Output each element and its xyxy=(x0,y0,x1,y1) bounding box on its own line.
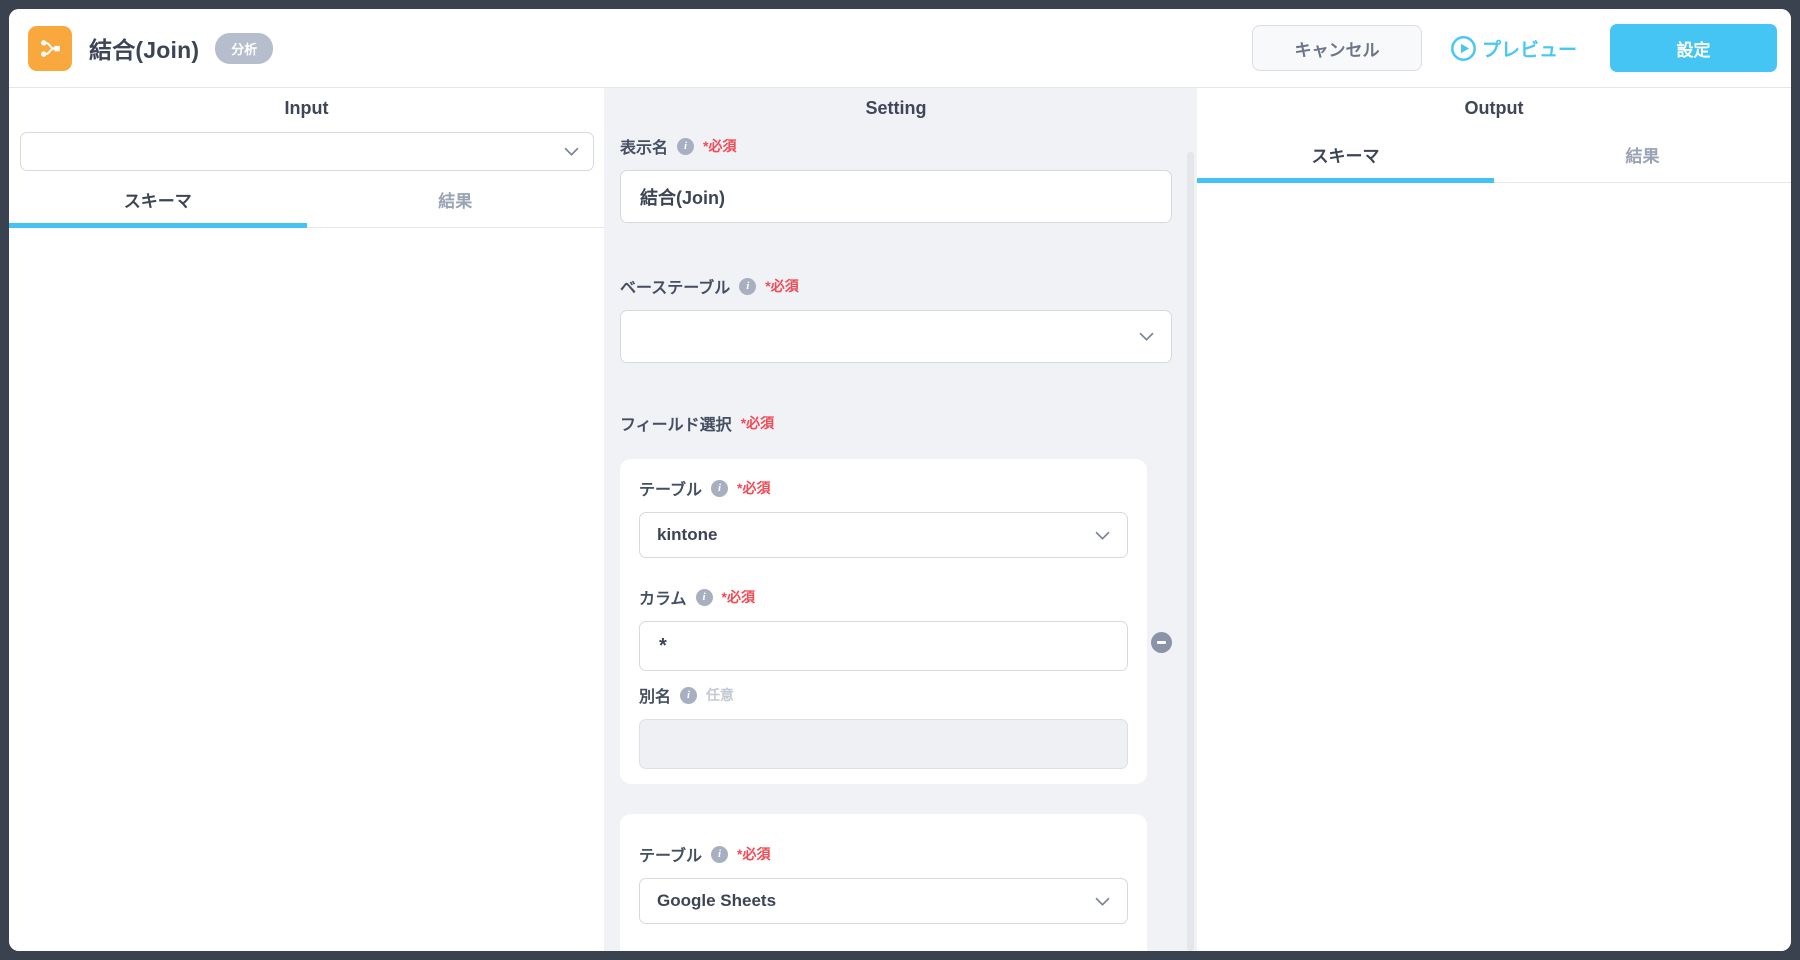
table-label-row: テーブル i *必須 xyxy=(639,842,1128,866)
input-tabs: スキーマ 結果 xyxy=(9,173,604,228)
input-panel-title: Input xyxy=(284,98,329,118)
setting-scrollbar[interactable] xyxy=(1187,152,1194,951)
field-card-kintone: テーブル i *必須 kintone カラム i *必須 * 別名 i 任意 xyxy=(620,459,1147,784)
required-badge: *必須 xyxy=(703,138,737,154)
display-name-input[interactable] xyxy=(620,170,1172,223)
category-badge: 分析 xyxy=(215,32,274,64)
required-badge: *必須 xyxy=(765,278,799,294)
optional-badge: 任意 xyxy=(706,687,735,703)
chevron-down-icon xyxy=(564,147,579,156)
column-label-row: カラム i *必須 xyxy=(639,585,1128,609)
field-card-wrap: テーブル i *必須 Google Sheets カラム i xyxy=(620,814,1172,951)
settings-submit-button[interactable]: 設定 xyxy=(1610,24,1777,72)
preview-button-label: プレビュー xyxy=(1481,39,1577,61)
info-icon[interactable]: i xyxy=(711,845,729,863)
cancel-button[interactable]: キャンセル xyxy=(1251,25,1422,71)
alias-label-row: 別名 i 任意 xyxy=(639,683,1128,707)
required-badge: *必須 xyxy=(740,415,775,431)
field-card-wrap: テーブル i *必須 kintone カラム i *必須 * 別名 i 任意 xyxy=(620,459,1172,784)
required-badge: *必須 xyxy=(721,589,755,605)
base-table-select[interactable] xyxy=(620,310,1172,363)
chevron-down-icon xyxy=(1139,332,1154,341)
table-label: テーブル xyxy=(639,848,703,865)
header-actions: キャンセル プレビュー 設定 xyxy=(1251,24,1777,72)
input-panel: Input スキーマ 結果 xyxy=(9,88,604,951)
alias-input-kintone xyxy=(639,719,1128,769)
join-node-icon xyxy=(28,25,72,71)
required-badge: *必須 xyxy=(737,846,771,862)
preview-button[interactable]: プレビュー xyxy=(1450,35,1577,62)
output-panel-title: Output xyxy=(1464,98,1524,118)
info-icon[interactable]: i xyxy=(680,686,698,704)
join-merge-glyph xyxy=(40,39,60,57)
app-window: 結合(Join) 分析 キャンセル プレビュー 設定 Input スキーマ 結果… xyxy=(9,9,1791,951)
output-panel: Output スキーマ 結果 xyxy=(1197,88,1791,951)
alias-label: 別名 xyxy=(639,689,672,706)
input-tab-result[interactable]: 結果 xyxy=(307,173,605,227)
window-frame: 結合(Join) 分析 キャンセル プレビュー 設定 Input スキーマ 結果… xyxy=(0,0,1800,960)
minus-icon xyxy=(1157,641,1166,644)
field-card-google-sheets: テーブル i *必須 Google Sheets カラム i xyxy=(620,814,1147,951)
table-select-google-sheets[interactable]: Google Sheets xyxy=(639,878,1128,924)
header-bar: 結合(Join) 分析 キャンセル プレビュー 設定 xyxy=(9,9,1791,88)
field-selection-label: フィールド選択 xyxy=(620,417,732,434)
column-input-kintone[interactable] xyxy=(639,621,1128,671)
display-name-label: 表示名 xyxy=(620,140,669,157)
info-icon[interactable]: i xyxy=(695,588,713,606)
info-icon[interactable]: i xyxy=(677,137,695,155)
field-selection-label-row: フィールド選択 *必須 xyxy=(620,411,1172,435)
output-tab-result[interactable]: 結果 xyxy=(1494,128,1791,182)
page-title: 結合(Join) xyxy=(89,37,200,63)
input-source-select[interactable] xyxy=(20,132,594,171)
remove-field-button[interactable] xyxy=(1151,632,1172,653)
chevron-down-icon xyxy=(1095,531,1110,540)
output-tabs: スキーマ 結果 xyxy=(1197,128,1791,183)
setting-panel: Setting 表示名 i *必須 ベーステーブル i *必須 xyxy=(604,88,1197,951)
table-select-value: Google Sheets xyxy=(657,891,777,910)
setting-panel-title: Setting xyxy=(865,98,927,118)
info-icon[interactable]: i xyxy=(739,277,757,295)
display-name-label-row: 表示名 i *必須 xyxy=(620,134,1172,158)
table-label-row: テーブル i *必須 xyxy=(639,476,1128,500)
base-table-label: ベーステーブル xyxy=(620,280,731,297)
content-area: Input スキーマ 結果 Setting 表示名 i *必須 結合(Join)… xyxy=(9,88,1791,951)
output-tab-schema[interactable]: スキーマ xyxy=(1197,128,1494,183)
chevron-down-icon xyxy=(1095,897,1110,906)
table-label: テーブル xyxy=(639,482,703,499)
play-circle-icon xyxy=(1450,35,1477,62)
base-table-label-row: ベーステーブル i *必須 xyxy=(620,274,1172,298)
required-badge: *必須 xyxy=(737,480,771,496)
input-tab-schema[interactable]: スキーマ xyxy=(9,173,307,228)
table-select-kintone[interactable]: kintone xyxy=(639,512,1128,558)
table-select-value: kintone xyxy=(657,525,718,544)
column-label: カラム xyxy=(639,591,687,608)
info-icon[interactable]: i xyxy=(711,479,729,497)
